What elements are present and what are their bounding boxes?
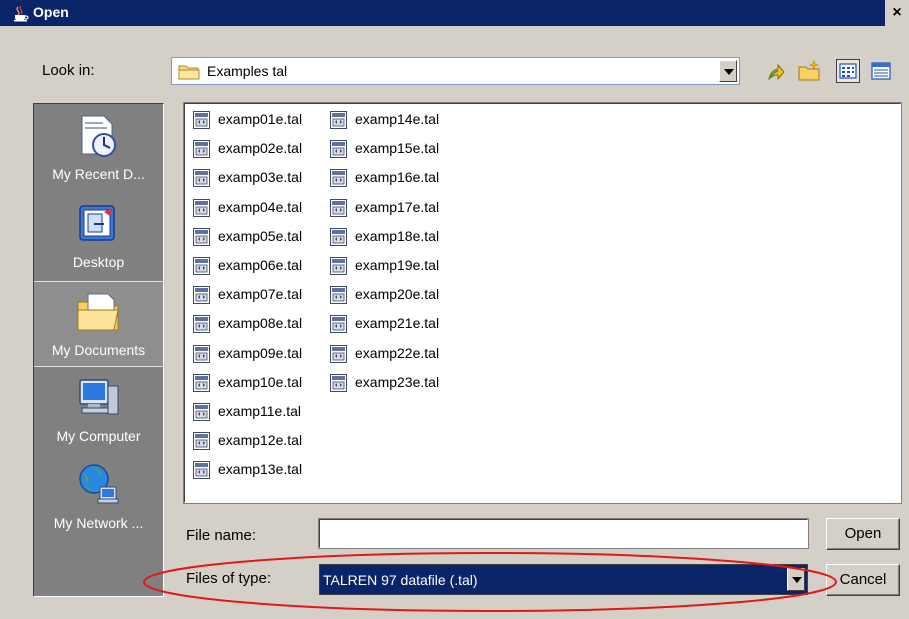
place-label: Desktop <box>72 254 125 270</box>
file-name: examp02e.tal <box>218 140 303 157</box>
tal-file-icon <box>330 227 347 246</box>
tal-file-icon <box>193 461 210 480</box>
place-my-network[interactable]: My Network ... <box>34 455 163 541</box>
my-documents-icon <box>77 293 119 331</box>
close-button[interactable]: × <box>885 0 909 26</box>
file-name: examp05e.tal <box>218 227 303 244</box>
tal-file-icon <box>330 111 347 129</box>
tal-file-icon <box>330 140 347 159</box>
window-title: Open <box>33 4 69 20</box>
file-name: examp09e.tal <box>218 344 303 361</box>
java-cup-icon <box>12 4 30 22</box>
look-in-value: Examples tal <box>207 63 288 79</box>
file-name: examp06e.tal <box>218 257 303 273</box>
place-label: My Network ... <box>53 515 144 531</box>
file-name-label: File name: <box>186 527 257 544</box>
tal-file-icon <box>193 286 210 305</box>
file-name: examp15e.tal <box>355 140 440 157</box>
file-name: examp14e.tal <box>355 111 440 127</box>
tal-file-icon <box>193 111 210 129</box>
tal-file-icon <box>330 315 347 334</box>
file-name: examp16e.tal <box>355 169 440 186</box>
look-in-dropdown-arrow[interactable] <box>719 60 737 82</box>
place-label: My Computer <box>56 428 141 444</box>
file-name: examp17e.tal <box>355 198 440 215</box>
tal-file-icon <box>193 227 210 246</box>
up-one-level-icon[interactable] <box>764 59 788 83</box>
open-button-label: Open <box>844 525 882 542</box>
tal-file-icon <box>330 198 347 217</box>
tal-file-icon <box>330 169 347 188</box>
list-view-button[interactable] <box>836 59 860 83</box>
file-name: examp07e.tal <box>218 286 303 303</box>
place-my-computer[interactable]: My Computer <box>34 368 163 454</box>
tal-file-icon <box>193 315 210 334</box>
my-computer-icon <box>79 379 119 415</box>
file-name: examp21e.tal <box>355 315 440 332</box>
place-my-documents[interactable]: My Documents <box>34 281 163 367</box>
file-name: examp23e.tal <box>355 373 440 390</box>
tal-file-icon <box>330 257 347 275</box>
tal-file-icon <box>193 344 210 363</box>
folder-icon <box>178 65 200 80</box>
tal-file-icon <box>330 373 347 392</box>
files-of-type-dropdown-arrow[interactable] <box>787 568 805 591</box>
my-network-icon <box>79 464 119 504</box>
file-name: examp13e.tal <box>218 461 303 478</box>
file-name: examp04e.tal <box>218 198 303 215</box>
tal-file-icon <box>193 432 210 451</box>
files-of-type-dropdown[interactable]: TALREN 97 datafile (.tal) <box>319 564 808 595</box>
file-name: examp10e.tal <box>218 373 303 390</box>
file-name: examp22e.tal <box>355 344 440 361</box>
details-view-icon[interactable] <box>869 59 893 83</box>
close-icon: × <box>892 4 902 21</box>
files-of-type-label: Files of type: <box>186 570 272 587</box>
places-bar: My Recent D... Desktop My Documents My C… <box>33 103 164 597</box>
tal-file-icon <box>193 373 210 392</box>
place-recent-documents[interactable]: My Recent D... <box>34 106 163 192</box>
list-view-icon <box>839 63 857 79</box>
open-dialog: Open × Look in: Examples tal My Recent D… <box>0 0 909 619</box>
cancel-button-label: Cancel <box>839 571 887 588</box>
cancel-button[interactable]: Cancel <box>826 564 900 596</box>
tal-file-icon <box>193 140 210 159</box>
file-name: examp18e.tal <box>355 227 440 244</box>
place-label: My Documents <box>51 342 146 358</box>
place-desktop[interactable]: Desktop <box>34 194 163 280</box>
tal-file-icon <box>193 169 210 188</box>
file-list[interactable]: examp01e.tal examp02e.tal examp03e.tal exam… <box>183 102 902 504</box>
look-in-dropdown[interactable]: Examples tal <box>171 57 740 85</box>
tal-file-icon <box>330 286 347 305</box>
file-name: examp08e.tal <box>218 315 303 332</box>
desktop-icon <box>79 205 115 241</box>
file-name: examp11e.tal <box>218 403 302 419</box>
open-button[interactable]: Open <box>826 518 900 550</box>
look-in-label: Look in: <box>42 62 95 79</box>
file-name: examp03e.tal <box>218 169 303 186</box>
tal-file-icon <box>330 344 347 363</box>
file-name: examp20e.tal <box>355 286 440 303</box>
tal-file-icon <box>193 403 210 421</box>
create-new-folder-icon[interactable] <box>797 59 821 83</box>
tal-file-icon <box>193 198 210 217</box>
file-name: examp19e.tal <box>355 257 440 273</box>
recent-documents-icon <box>81 115 116 157</box>
file-name: examp01e.tal <box>218 111 303 127</box>
place-label: My Recent D... <box>52 166 145 182</box>
tal-file-icon <box>193 257 210 275</box>
files-of-type-value: TALREN 97 datafile (.tal) <box>323 572 478 588</box>
title-bar[interactable]: Open × <box>0 0 909 26</box>
file-name: examp12e.tal <box>218 432 303 449</box>
file-name-field[interactable] <box>318 518 809 549</box>
